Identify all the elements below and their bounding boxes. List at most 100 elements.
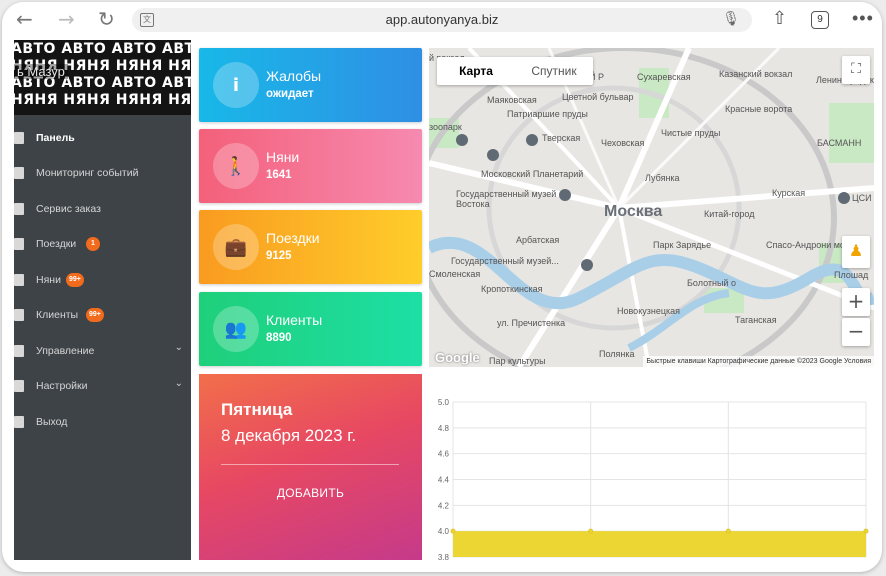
user-name[interactable]: ь Мазур: [14, 64, 68, 79]
sidebar: АВТО АВТО АВТО АВТО НЯНЯ НЯНЯ НЯНЯ НЯНЯ …: [14, 40, 191, 560]
map-label: ЦСИ: [852, 193, 872, 203]
map-pin-icon[interactable]: [581, 259, 593, 271]
sidebar-item-label: Настройки: [36, 380, 88, 393]
stat-card-value: 1641: [266, 169, 292, 181]
stat-card-value: 8890: [266, 332, 292, 344]
url-text[interactable]: app.autonyanya.biz: [132, 12, 752, 27]
map-attribution[interactable]: Быстрые клавиши Картографические данные …: [643, 356, 874, 367]
sidebar-item-label: Управление: [36, 344, 95, 357]
zoom-in-button[interactable]: +: [842, 288, 870, 316]
back-arrow-icon[interactable]: ←: [16, 8, 33, 30]
y-tick-label: 5.0: [438, 398, 450, 407]
y-tick-label: 3.8: [438, 553, 450, 560]
sidebar-item-label: Поездки: [36, 238, 77, 251]
data-point[interactable]: [725, 528, 731, 534]
map-label: Полянка: [599, 349, 635, 359]
walker-icon: 🚶: [213, 143, 259, 189]
map-type-satellite[interactable]: Спутник: [515, 57, 593, 85]
map-label: Московский Планетарий: [481, 169, 584, 179]
sidebar-item[interactable]: Сервис заказ: [14, 191, 191, 227]
logout-icon: [14, 415, 24, 428]
sidebar-item-label: Сервис заказ: [36, 202, 101, 215]
map-label: ул. Пречистенка: [497, 318, 566, 328]
park-area: [829, 103, 874, 163]
y-tick-label: 4.6: [438, 450, 450, 459]
add-button[interactable]: ДОБАВИТЬ: [199, 486, 422, 500]
zoom-out-button[interactable]: −: [842, 318, 870, 346]
google-logo[interactable]: Google: [435, 350, 480, 365]
map-type-map[interactable]: Карта: [437, 57, 515, 85]
sidebar-item[interactable]: Выход: [14, 404, 191, 440]
map-pin-icon[interactable]: [526, 134, 538, 146]
tab-count-button[interactable]: 9: [811, 11, 829, 29]
map-label: Москва: [604, 203, 663, 220]
sidebar-item[interactable]: Няни 99+: [14, 262, 191, 298]
sidebar-item[interactable]: Панель: [14, 120, 191, 156]
sidebar-menu: Панель Мониторинг событий Сервис заказ Поез…: [14, 120, 191, 440]
building-icon: [14, 344, 24, 357]
map-label: Смоленская: [429, 269, 481, 279]
more-icon[interactable]: •••: [852, 8, 874, 29]
map-label: Курская: [772, 188, 806, 198]
sidebar-item[interactable]: Клиенты 99+: [14, 298, 191, 334]
sidebar-item[interactable]: Мониторинг событий: [14, 156, 191, 192]
map-label: Казанский вокзал: [719, 69, 793, 79]
y-tick-label: 4.0: [438, 527, 450, 536]
map-pin-icon[interactable]: [487, 149, 499, 161]
reload-icon[interactable]: ↻: [98, 8, 115, 30]
pegman-icon[interactable]: ♟: [842, 236, 870, 268]
map[interactable]: Москва Сухаревская Казанский вокзал Маяковс…: [429, 48, 874, 367]
y-tick-label: 4.8: [438, 424, 450, 433]
sidebar-item[interactable]: Поездки 1: [14, 227, 191, 263]
share-icon[interactable]: ⇧: [772, 8, 787, 29]
wifi-icon: [14, 202, 24, 215]
browser-toolbar: ← → ↻ 文 app.autonyanya.biz 🎙 ⇧ 9 •••: [2, 2, 882, 38]
briefcase-icon: [14, 238, 24, 251]
forward-arrow-icon[interactable]: →: [58, 8, 75, 30]
users-icon: [14, 309, 24, 322]
sidebar-item[interactable]: Управление ⌄: [14, 333, 191, 369]
map-label: Цветной бульвар: [562, 92, 634, 102]
line-chart: 5.0 4.8 4.6 4.4 4.2 4.0 3.8: [438, 398, 869, 562]
dashboard-icon: [14, 131, 24, 144]
stat-card[interactable]: 🚶 Няни 1641: [199, 129, 422, 203]
series-area: [453, 531, 866, 557]
chevron-down-icon[interactable]: ⌄: [175, 342, 183, 353]
briefcase-icon: 💼: [213, 224, 259, 270]
map-label: Китай-город: [704, 209, 755, 219]
y-tick-label: 4.4: [438, 476, 450, 485]
chart-panel: 5.0 4.8 4.6 4.4 4.2 4.0 3.8: [429, 374, 874, 562]
info-icon: i: [213, 62, 259, 108]
map-label: Кропоткинская: [481, 284, 543, 294]
fullscreen-icon[interactable]: ⛶: [842, 56, 870, 84]
map-label: Новокузнецкая: [617, 306, 680, 316]
current-date: 8 декабря 2023 г.: [221, 426, 357, 445]
stat-card-title: Клиенты: [266, 312, 323, 328]
stat-card[interactable]: 👥 Клиенты 8890: [199, 292, 422, 366]
stat-card-value: 9125: [266, 250, 292, 262]
count-badge: 99+: [86, 308, 104, 323]
data-point[interactable]: [863, 528, 869, 534]
sidebar-item-label: Панель: [36, 131, 75, 144]
data-point[interactable]: [588, 528, 594, 534]
map-label: Чеховская: [601, 138, 645, 148]
sidebar-item-label: Клиенты: [36, 309, 79, 322]
sidebar-item-label: Выход: [36, 415, 68, 428]
date-card: Пятница 8 декабря 2023 г. ДОБАВИТЬ: [199, 374, 422, 560]
data-point[interactable]: [450, 528, 456, 534]
microphone-icon[interactable]: 🎙: [722, 11, 740, 27]
divider: [221, 464, 399, 465]
y-tick-label: 4.2: [438, 501, 450, 510]
address-bar[interactable]: 文 app.autonyanya.biz 🎙: [132, 8, 752, 32]
map-pin-icon[interactable]: [456, 134, 468, 146]
chevron-down-icon[interactable]: ⌄: [175, 378, 183, 389]
map-pin-icon[interactable]: [838, 192, 850, 204]
map-label: Чистые пруды: [661, 128, 721, 138]
map-label: Плошад: [834, 270, 869, 280]
stat-card[interactable]: i Жалобы ожидает: [199, 48, 422, 122]
count-badge: 99+: [66, 272, 84, 287]
sidebar-item[interactable]: Настройки ⌄: [14, 369, 191, 405]
map-label: Маяковская: [487, 95, 537, 105]
map-label: Болотный о: [687, 278, 736, 288]
stat-card[interactable]: 💼 Поездки 9125: [199, 210, 422, 284]
